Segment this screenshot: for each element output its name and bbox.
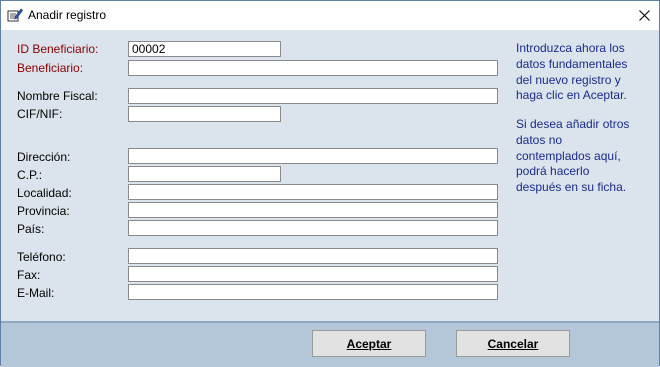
fax-label: Fax: [17,268,41,282]
edit-document-icon [7,7,23,23]
button-bar: Aceptar Cancelar [1,321,659,367]
direccion-field[interactable] [128,148,498,164]
direccion-label: Dirección: [17,150,71,164]
email-field[interactable] [128,284,498,300]
pais-label: País: [17,222,45,236]
accept-button[interactable]: Aceptar [312,330,426,357]
nombre-fiscal-label: Nombre Fiscal: [17,89,98,103]
cp-field[interactable] [128,166,281,182]
dialog-window: Anadir registro ID Beneficiario: Benefic… [0,0,660,367]
window-title: Anadir registro [28,8,107,22]
info-text-extra: Si desea añadir otros datos no contempla… [516,117,630,195]
beneficiario-label: Beneficiario: [17,61,84,75]
beneficiario-field[interactable] [128,60,498,76]
cif-nif-label: CIF/NIF: [17,107,63,121]
close-icon [638,10,650,21]
localidad-label: Localidad: [17,186,72,200]
email-label: E-Mail: [17,286,55,300]
dialog-body: ID Beneficiario: Beneficiario: Nombre Fi… [1,30,659,367]
fax-field[interactable] [128,266,498,282]
id-beneficiario-label: ID Beneficiario: [17,42,99,56]
pais-field[interactable] [128,220,498,236]
close-button[interactable] [629,1,659,30]
provincia-field[interactable] [128,202,498,218]
title-bar[interactable]: Anadir registro [1,1,659,30]
nombre-fiscal-field[interactable] [128,88,498,104]
localidad-field[interactable] [128,184,498,200]
cancel-button[interactable]: Cancelar [456,330,570,357]
telefono-label: Teléfono: [17,250,66,264]
telefono-field[interactable] [128,248,498,264]
info-text-intro: Introduzca ahora los datos fundamentales… [516,41,628,103]
id-beneficiario-field[interactable] [128,41,281,57]
provincia-label: Provincia: [17,204,70,218]
cp-label: C.P.: [17,168,43,182]
cif-nif-field[interactable] [128,106,281,122]
